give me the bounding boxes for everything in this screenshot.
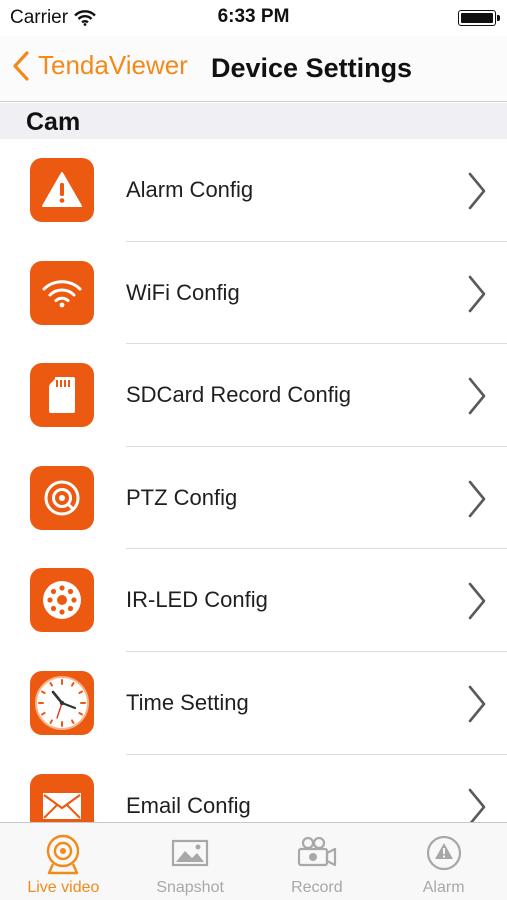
tab-label: Live video (27, 879, 100, 896)
tab-label: Record (291, 879, 343, 896)
tab-record[interactable]: Record (254, 823, 381, 900)
back-button[interactable]: TendaViewer (12, 50, 188, 81)
list-item-time-setting[interactable]: Time Setting (0, 652, 507, 755)
sdcard-icon (30, 363, 94, 428)
tab-snapshot[interactable]: Snapshot (127, 823, 254, 900)
chevron-right-icon (468, 480, 486, 518)
snapshot-icon (172, 839, 209, 867)
list-item-label: Time Setting (126, 689, 249, 715)
list-item-wifi-config[interactable]: WiFi Config (0, 242, 507, 345)
list-item-label: Email Config (126, 792, 251, 818)
tab-live-video[interactable]: Live video (0, 823, 127, 900)
alarm-icon (426, 835, 461, 871)
live-video-icon (47, 834, 80, 875)
tab-label: Snapshot (156, 879, 224, 896)
record-icon (297, 836, 336, 867)
chevron-right-icon (468, 583, 486, 620)
chevron-right-icon (468, 275, 486, 312)
list-item-label: Alarm Config (126, 177, 254, 202)
list-item-ir-led-config[interactable]: IR-LED Config (0, 549, 507, 652)
battery-icon (458, 10, 500, 26)
status-time: 6:33 PM (217, 6, 290, 27)
list-item-ptz-config[interactable]: PTZ Config (0, 447, 507, 550)
ptz-icon (30, 465, 94, 530)
list-item-sdcard-record-config[interactable]: SDCard Record Config (0, 344, 507, 447)
section-header: Cam (0, 103, 507, 139)
list-item-email-config[interactable]: Email Config (0, 755, 507, 822)
chevron-right-icon (468, 377, 486, 415)
tab-bar: Live video Snapshot Record Alarm (0, 822, 507, 900)
chevron-right-icon (468, 172, 486, 210)
back-button-label: TendaViewer (38, 50, 188, 80)
email-icon (30, 773, 94, 822)
alarm-warning-icon (30, 158, 94, 222)
list-item-label: SDCard Record Config (126, 382, 351, 408)
tab-label: Alarm (422, 879, 465, 896)
chevron-right-icon (468, 685, 486, 723)
ir-led-icon (30, 568, 94, 633)
chevron-right-icon (468, 788, 486, 822)
list-item-alarm-config[interactable]: Alarm Config (0, 139, 507, 242)
status-bar: Carrier 6:33 PM (0, 0, 507, 36)
wifi-icon (30, 260, 94, 325)
section-title: Cam (26, 108, 81, 136)
list-item-label: PTZ Config (126, 484, 238, 510)
tab-alarm[interactable]: Alarm (380, 823, 507, 900)
page-title: Device Settings (211, 53, 413, 83)
list-item-label: IR-LED Config (126, 587, 268, 613)
settings-list: Alarm Config WiFi Config SDCard Record C… (0, 139, 507, 822)
list-item-label: WiFi Config (126, 279, 240, 305)
clock-icon (30, 670, 94, 735)
navigation-bar: TendaViewer Device Settings (0, 36, 507, 102)
chevron-left-icon (13, 50, 29, 81)
